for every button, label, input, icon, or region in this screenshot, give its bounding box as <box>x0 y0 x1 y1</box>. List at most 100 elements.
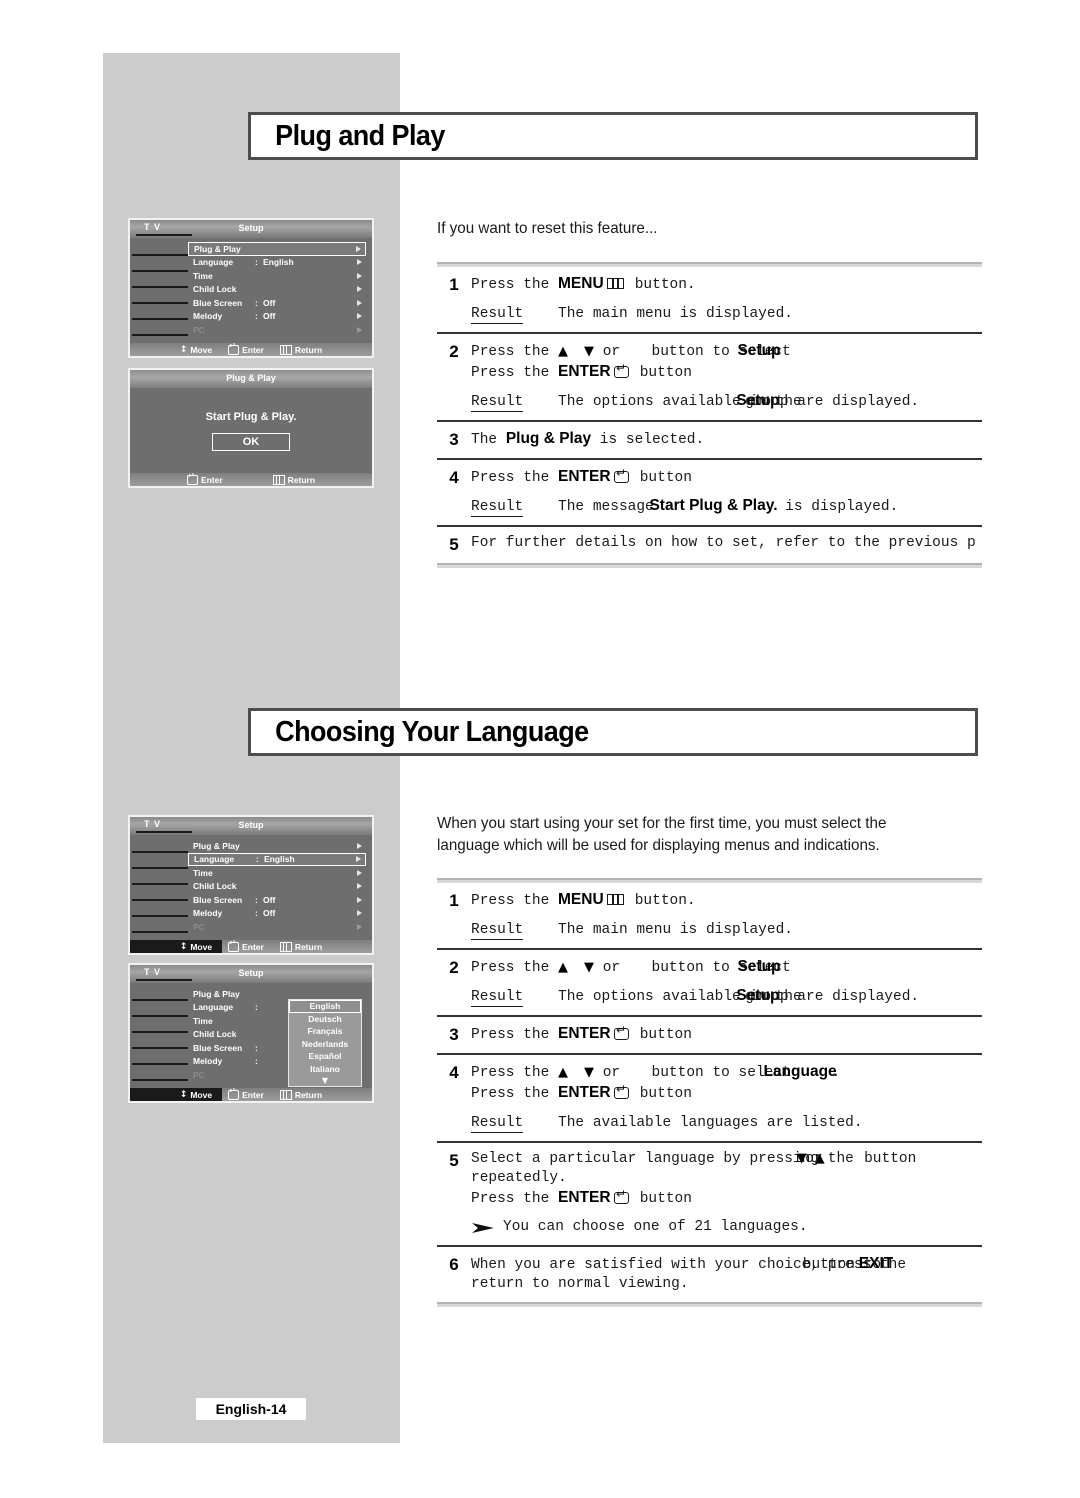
osd-item-pc[interactable]: PC <box>188 323 366 337</box>
step-number: 5 <box>449 535 459 554</box>
osd-item-label: Melody <box>193 311 223 322</box>
step-text: or <box>594 1065 629 1081</box>
enter-icon <box>614 1024 630 1040</box>
step-body: Press the MENU button. Result The main m… <box>471 274 982 324</box>
osd-footer-enter-label: Enter <box>242 344 264 355</box>
step-body: The Plug & Play is selected. <box>471 429 982 450</box>
osd-tv-underline <box>136 979 192 981</box>
chevron-right-icon <box>357 883 362 890</box>
menu-icon <box>279 1089 292 1100</box>
step-row: 3 Press the ENTER button <box>437 1017 982 1053</box>
osd-item-melody[interactable]: Melody : Off <box>188 907 366 921</box>
step-row: 3 The Plug & Play is selected. <box>437 422 982 458</box>
button-label-enter: ENTER <box>558 363 611 380</box>
result-label: Result <box>471 306 524 324</box>
down-arrow-icon: ▼ <box>584 344 595 359</box>
osd-item-colon: : <box>255 311 258 322</box>
divider <box>437 563 982 568</box>
osd-item-label: Child Lock <box>193 284 237 295</box>
osd-item-colon: : <box>255 1002 258 1013</box>
step-text: button <box>631 470 692 486</box>
osd-header: T V Setup <box>130 220 372 238</box>
chevron-right-icon <box>357 896 362 903</box>
osd-menu-title: Setup <box>238 968 264 978</box>
osd-item-plug-play[interactable]: Plug & Play <box>188 242 366 256</box>
result-text: group are displayed. <box>736 989 920 1005</box>
step-number: 1 <box>449 891 459 910</box>
osd-item-blue-screen[interactable]: Blue Screen : Off <box>188 296 366 310</box>
step-line: For further details on how to set, refer… <box>471 535 976 551</box>
up-arrow-icon: ▲ <box>558 1065 569 1080</box>
step-line: Press the ▲ ▼ or button to select Setup <box>471 341 982 362</box>
button-label-enter: ENTER <box>558 1189 611 1206</box>
language-option-nederlands[interactable]: Nederlands <box>289 1038 361 1051</box>
osd-item-label: Blue Screen <box>193 894 243 905</box>
step-text: Press the <box>471 960 559 976</box>
menu-label-setup: Setup <box>737 958 781 975</box>
osd-item-colon: : <box>255 908 258 919</box>
osd-item-label: Language <box>194 854 235 865</box>
language-option-italiano[interactable]: Italiano <box>289 1063 361 1076</box>
intro-paragraph-reset: If you want to reset this feature... <box>437 220 658 237</box>
osd-item-language[interactable]: Language : English <box>188 852 366 866</box>
step-line: When you are satisfied with your choice,… <box>471 1254 982 1275</box>
osd-item-label: Time <box>193 867 213 878</box>
language-option-espanol[interactable]: Español <box>289 1050 361 1063</box>
step-text: Press the <box>471 1086 559 1102</box>
button-label-menu: MENU <box>558 275 604 292</box>
osd-item-value: English <box>264 854 295 865</box>
osd-item-plug-play[interactable]: Plug & Play <box>188 839 366 853</box>
osd-tv-underline <box>136 234 192 236</box>
step-body: Press the ENTER button <box>471 1024 982 1045</box>
step-number: 2 <box>449 958 459 977</box>
osd-dialog-footer: Enter Return <box>130 472 372 486</box>
step-row: 5 For further details on how to set, ref… <box>437 527 982 563</box>
osd-decorative-lines <box>130 835 192 940</box>
menu-icon <box>607 278 625 289</box>
osd-item-time[interactable]: Time <box>188 269 366 283</box>
osd-item-pc[interactable]: PC <box>188 920 366 934</box>
language-option-english[interactable]: English <box>289 1000 361 1013</box>
step-line: Press the ▲ ▼ or button to select Languag… <box>471 1062 982 1083</box>
osd-item-colon: : <box>255 297 258 308</box>
osd-item-child-lock[interactable]: Child Lock <box>188 283 366 297</box>
osd-menu-list: Plug & Play Language : English Time Chil… <box>188 839 366 934</box>
chevron-right-icon <box>357 272 362 279</box>
osd-item-time[interactable]: Time <box>188 866 366 880</box>
osd-item-melody[interactable]: Melody : Off <box>188 310 366 324</box>
step-text: button. <box>626 277 696 293</box>
osd-item-child-lock[interactable]: Child Lock <box>188 880 366 894</box>
language-option-deutsch[interactable]: Deutsch <box>289 1013 361 1026</box>
intro-paragraph-language: When you start using your set for the fi… <box>437 815 887 854</box>
menu-label-plug-play: Plug & Play <box>505 430 592 447</box>
osd-item-label: PC <box>193 324 205 335</box>
step-result: Result The available languages are liste… <box>471 1113 982 1133</box>
osd-item-label: Melody <box>193 1056 223 1067</box>
osd-footer-move: ↕ Move <box>180 345 212 355</box>
osd-item-language[interactable]: Language : English <box>188 256 366 270</box>
osd-header: T V Setup <box>130 817 372 835</box>
result-label: Result <box>471 394 524 412</box>
chevron-right-icon <box>356 245 361 252</box>
menu-icon <box>279 344 292 355</box>
osd-body: Plug & Play Language : English Time Chil… <box>130 835 372 940</box>
step-text: or <box>594 344 629 360</box>
chevron-down-icon[interactable]: ▼ <box>289 1075 361 1086</box>
step-text: or <box>594 960 629 976</box>
osd-item-blue-screen[interactable]: Blue Screen : Off <box>188 893 366 907</box>
section-title-plug-and-play: Plug and Play <box>248 112 978 160</box>
page-number-tag: English-14 <box>196 1398 306 1420</box>
language-option-francais[interactable]: Français <box>289 1025 361 1038</box>
step-number: 4 <box>449 1063 459 1082</box>
step-text: Press the <box>471 277 559 293</box>
chevron-right-icon <box>357 910 362 917</box>
language-dropdown[interactable]: English Deutsch Français Nederlands Espa… <box>288 999 362 1087</box>
enter-icon <box>614 467 630 483</box>
chevron-right-icon <box>357 259 362 266</box>
step-row: 1 Press the MENU button. Result The main… <box>437 267 982 332</box>
result-text: The main menu is displayed. <box>558 922 793 938</box>
osd-header: T V Setup <box>130 965 372 983</box>
osd-dialog-ok-button[interactable]: OK <box>212 432 290 451</box>
chevron-right-icon <box>357 326 362 333</box>
chevron-right-icon <box>357 923 362 930</box>
